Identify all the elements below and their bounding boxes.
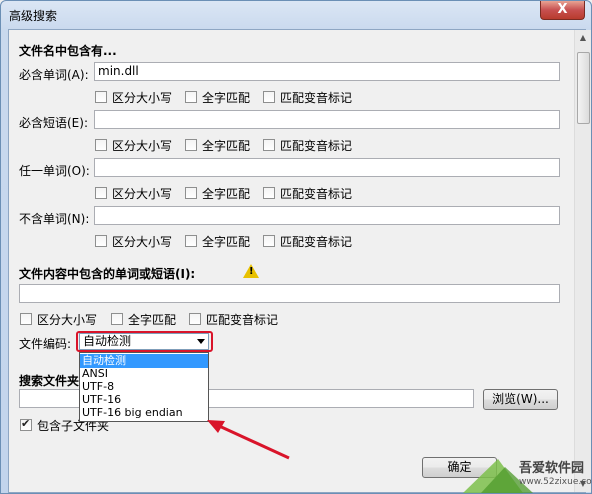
exclude-word-diacritics-checkbox[interactable] (263, 235, 275, 247)
case-sensitive-label: 区分大小写 (112, 187, 173, 201)
must-words-label: 必含单词(A): (19, 68, 89, 82)
case-sensitive-label: 区分大小写 (112, 235, 173, 249)
whole-word-label: 全字匹配 (202, 187, 251, 201)
vertical-scrollbar[interactable]: ▲ ▼ (574, 30, 591, 492)
must-phrase-case-checkbox[interactable] (95, 139, 107, 151)
any-word-input[interactable] (94, 158, 560, 177)
filename-section-heading: 文件名中包含有... (19, 44, 117, 58)
exclude-word-input[interactable] (94, 206, 560, 225)
content-diacritics-checkbox[interactable] (189, 313, 201, 325)
whole-word-label: 全字匹配 (202, 139, 251, 153)
highlight-annotation (76, 331, 213, 352)
diacritics-label: 匹配变音标记 (280, 139, 353, 153)
watermark-logo: 吾爱软件园 www.52zixue.com (463, 451, 592, 493)
exclude-word-case-checkbox[interactable] (95, 235, 107, 247)
encoding-option-utf16-be[interactable]: UTF-16 big endian (80, 406, 208, 420)
any-word-case-checkbox[interactable] (95, 187, 107, 199)
encoding-option-utf16[interactable]: UTF-16 (80, 393, 208, 407)
encoding-dropdown-list: 自动检测 ANSI UTF-8 UTF-16 UTF-16 big endian (79, 352, 209, 422)
close-icon: X (557, 2, 568, 17)
watermark-brand: 吾爱软件园 (519, 461, 585, 476)
encoding-option-auto[interactable]: 自动检测 (80, 354, 208, 368)
must-words-input[interactable]: min.dll (94, 62, 560, 81)
encoding-label: 文件编码: (19, 337, 72, 351)
exclude-word-label: 不含单词(N): (19, 212, 90, 226)
encoding-option-utf8[interactable]: UTF-8 (80, 380, 208, 394)
diacritics-label: 匹配变音标记 (280, 187, 353, 201)
diacritics-label: 匹配变音标记 (206, 313, 279, 327)
scroll-thumb[interactable] (577, 52, 590, 124)
diacritics-label: 匹配变音标记 (280, 235, 353, 249)
content-case-checkbox[interactable] (20, 313, 32, 325)
must-phrase-input[interactable] (94, 110, 560, 129)
scroll-up-icon[interactable]: ▲ (575, 30, 591, 46)
browse-button[interactable]: 浏览(W)... (483, 389, 558, 410)
window-title: 高级搜索 (9, 9, 58, 23)
content-text-input[interactable] (19, 284, 560, 303)
search-folder-heading: 搜索文件夹 (19, 374, 80, 388)
any-word-label: 任一单词(O): (19, 164, 90, 178)
must-phrase-whole-checkbox[interactable] (185, 139, 197, 151)
case-sensitive-label: 区分大小写 (112, 91, 173, 105)
diacritics-label: 匹配变音标记 (280, 91, 353, 105)
red-arrow-annotation (207, 420, 290, 460)
warning-exclamation: ! (249, 266, 254, 277)
must-words-case-checkbox[interactable] (95, 91, 107, 103)
must-phrase-diacritics-checkbox[interactable] (263, 139, 275, 151)
case-sensitive-label: 区分大小写 (112, 139, 173, 153)
watermark-url: www.52zixue.com (519, 477, 592, 487)
whole-word-label: 全字匹配 (128, 313, 177, 327)
title-bar[interactable]: 高级搜索 X (1, 1, 591, 29)
must-phrase-label: 必含短语(E): (19, 116, 88, 130)
encoding-option-ansi[interactable]: ANSI (80, 367, 208, 381)
whole-word-label: 全字匹配 (202, 91, 251, 105)
content-section-heading: 文件内容中包含的单词或短语(I): (19, 267, 196, 281)
whole-word-label: 全字匹配 (202, 235, 251, 249)
exclude-word-whole-checkbox[interactable] (185, 235, 197, 247)
include-subfolders-checkbox[interactable] (20, 417, 32, 431)
close-button[interactable]: X (540, 1, 585, 20)
must-words-diacritics-checkbox[interactable] (263, 91, 275, 103)
advanced-search-window: 高级搜索 X 文件名中包含有... 必含单词(A): min.dll 区分大小写… (0, 0, 592, 494)
any-word-diacritics-checkbox[interactable] (263, 187, 275, 199)
dialog-body: 文件名中包含有... 必含单词(A): min.dll 区分大小写 全字匹配 匹… (8, 29, 591, 493)
must-words-whole-checkbox[interactable] (185, 91, 197, 103)
content-whole-checkbox[interactable] (111, 313, 123, 325)
any-word-whole-checkbox[interactable] (185, 187, 197, 199)
case-sensitive-label: 区分大小写 (37, 313, 98, 327)
